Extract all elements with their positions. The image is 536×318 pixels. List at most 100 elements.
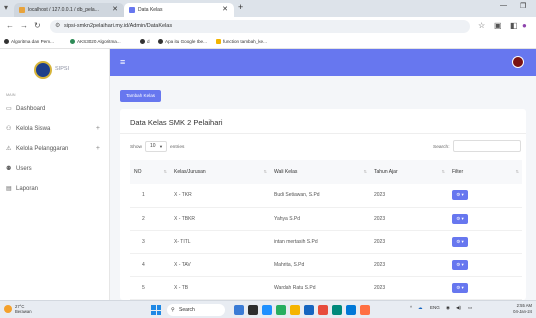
bookmark-item[interactable]: Algoritma dan Pem...: [4, 36, 54, 48]
action-dropdown-button[interactable]: ⚙ ▾: [452, 282, 468, 293]
action-dropdown-button[interactable]: ⚙ ▾: [452, 213, 468, 224]
browser-tab-strip: ▾ localhost / 127.0.0.1 / db_pela... ✕ D…: [0, 0, 536, 17]
app-icon[interactable]: [332, 305, 342, 315]
class-data-card: Data Kelas SMK 2 Pelaihari Show 10 ▼ ent…: [120, 109, 526, 300]
url-input[interactable]: ⚙ sipsi-smkn2pelaihari.my.id/Admin/DataK…: [50, 20, 470, 33]
action-dropdown-button[interactable]: ⚙ ▾: [452, 259, 468, 270]
store-icon[interactable]: [276, 305, 286, 315]
column-header-kelas[interactable]: Kelas/Jurusan ⇅: [170, 160, 270, 184]
sidebar-item-label: Laporan: [16, 186, 39, 192]
cell-wali: Mahrita, S.Pd: [274, 261, 305, 268]
tab-list-icon[interactable]: ▾: [4, 3, 8, 12]
taskbar-search-label: Search: [179, 307, 195, 313]
windows-taskbar: 27°C Berawan ⚲ Search ^ ☁ ENG ◉ ◀) ▭ 2:55…: [0, 300, 536, 318]
cell-tahun: 2023: [374, 238, 386, 245]
browser-tab-data-kelas[interactable]: Data Kelas ✕: [124, 3, 234, 17]
address-bar: ← → ↻ ⚙ sipsi-smkn2pelaihari.my.id/Admin…: [0, 17, 536, 36]
phpmyadmin-favicon-icon: [19, 7, 25, 13]
search-label: Search:: [433, 145, 450, 150]
site-info-icon[interactable]: ⚙: [55, 20, 60, 33]
cell-tahun: 2023: [374, 192, 386, 199]
show-label: Show: [130, 145, 142, 150]
date-text: 04-Jan-24: [513, 309, 532, 314]
sidebar-item-dashboard[interactable]: ▭ Dashboard: [6, 103, 106, 115]
close-tab-icon[interactable]: ✕: [112, 3, 118, 17]
windows-start-icon[interactable]: [151, 305, 161, 315]
column-header-filter[interactable]: Filter ⇅: [448, 160, 522, 184]
edge-icon[interactable]: [262, 305, 272, 315]
app-icon[interactable]: [360, 305, 370, 315]
weather-text: Berawan: [15, 309, 32, 314]
taskbar-app-icon[interactable]: [234, 305, 244, 315]
close-tab-icon[interactable]: ✕: [222, 3, 228, 17]
profile-icon[interactable]: ●: [522, 21, 527, 30]
table-header-row: NO ⇅ Kelas/Jurusan ⇅ Wali Kelas ⇅ Tahun Aja…: [130, 160, 522, 184]
column-header-wali[interactable]: Wali Kelas ⇅: [270, 160, 370, 184]
restore-icon[interactable]: ❐: [520, 2, 526, 10]
bookmarks-bar: Algoritma dan Pem... AKS3020 Algoritma..…: [0, 36, 536, 49]
sort-icon: ⇅: [441, 169, 445, 174]
battery-icon[interactable]: ▭: [468, 305, 472, 311]
expand-icon[interactable]: +: [96, 123, 100, 135]
new-tab-icon[interactable]: +: [238, 2, 243, 12]
users-cog-icon: ⚇: [6, 126, 12, 132]
expand-icon[interactable]: +: [96, 143, 100, 155]
browser-tab-phpmyadmin[interactable]: localhost / 127.0.0.1 / db_pela... ✕: [14, 3, 124, 17]
main-content: ≡ Tambah Kelas Data Kelas SMK 2 Pelaihar…: [110, 49, 536, 300]
cell-action: ⚙ ▾: [448, 276, 522, 299]
site-favicon-icon: [129, 7, 135, 13]
sidepanel-icon[interactable]: ◧: [510, 21, 518, 30]
menu-toggle-icon[interactable]: ≡: [120, 57, 125, 67]
forward-icon[interactable]: →: [20, 21, 28, 30]
app-icon[interactable]: [346, 305, 356, 315]
cell-action: ⚙ ▾: [448, 184, 522, 207]
sidebar-item-users[interactable]: ⚉ Users: [6, 163, 106, 175]
entries-select[interactable]: 10 ▼: [145, 141, 167, 152]
cell-kelas: X - TBKR: [174, 215, 196, 222]
github-icon: [140, 39, 145, 44]
sidebar-item-kelola-siswa[interactable]: ⚇ Kelola Siswa +: [6, 123, 106, 135]
column-header-no[interactable]: NO ⇅: [130, 160, 170, 184]
task-view-icon[interactable]: [248, 305, 258, 315]
wifi-icon[interactable]: ◉: [446, 305, 450, 311]
sidebar-item-kelola-pelanggaran[interactable]: ⚠ Kelola Pelanggaran +: [6, 143, 106, 155]
taskbar-search-input[interactable]: ⚲ Search: [167, 304, 225, 316]
column-header-tahun[interactable]: Tahun Ajar ⇅: [370, 160, 448, 184]
chrome-icon[interactable]: [318, 305, 328, 315]
github-icon: [4, 39, 9, 44]
table-search-input[interactable]: [453, 140, 521, 152]
folder-icon: [216, 39, 221, 44]
reload-icon[interactable]: ↻: [34, 21, 41, 30]
onedrive-icon[interactable]: ☁: [418, 305, 423, 311]
top-navbar: ≡: [110, 49, 536, 76]
tray-chevron-icon[interactable]: ^: [410, 305, 412, 310]
cell-tahun: 2023: [374, 215, 386, 222]
bookmark-item[interactable]: Apa itu Google Ibe...: [158, 36, 207, 48]
volume-icon[interactable]: ◀): [456, 305, 461, 311]
card-title: Data Kelas SMK 2 Pelaihari: [130, 118, 223, 127]
sidebar-item-laporan[interactable]: ▤ Laporan: [6, 183, 106, 195]
extensions-icon[interactable]: ▣: [494, 21, 502, 30]
back-icon[interactable]: ←: [6, 21, 14, 30]
sidebar: SIPSI MAIN ▭ Dashboard ⚇ Kelola Siswa + ⚠ K…: [0, 49, 110, 300]
bookmark-item[interactable]: function tambah_ke...: [216, 36, 267, 48]
minimize-icon[interactable]: —: [500, 2, 507, 9]
file-explorer-icon[interactable]: [290, 305, 300, 315]
search-icon: ⚲: [171, 307, 175, 313]
system-clock[interactable]: 2:55 AM 04-Jan-24: [513, 303, 532, 315]
table-row: 2 X - TBKR Yahya S.Pd 2023 ⚙ ▾: [130, 207, 522, 230]
user-avatar[interactable]: [512, 56, 524, 68]
class-table: NO ⇅ Kelas/Jurusan ⇅ Wali Kelas ⇅ Tahun Aja…: [130, 160, 522, 300]
language-indicator[interactable]: ENG: [430, 305, 440, 310]
bookmark-star-icon[interactable]: ☆: [478, 21, 485, 30]
cell-kelas: X - TAV: [174, 261, 191, 268]
sort-icon: ⇅: [515, 169, 519, 174]
action-dropdown-button[interactable]: ⚙ ▾: [452, 190, 468, 201]
bookmark-item[interactable]: AKS3020 Algoritma...: [70, 36, 121, 48]
table-row: 1 X - TKR Budi Setiawan, S.Pd 2023 ⚙ ▾: [130, 184, 522, 207]
add-class-button[interactable]: Tambah Kelas: [120, 90, 161, 102]
action-dropdown-button[interactable]: ⚙ ▾: [452, 236, 468, 247]
sort-icon: ⇅: [363, 169, 367, 174]
bookmark-item[interactable]: d: [140, 36, 150, 48]
vscode-icon[interactable]: [304, 305, 314, 315]
